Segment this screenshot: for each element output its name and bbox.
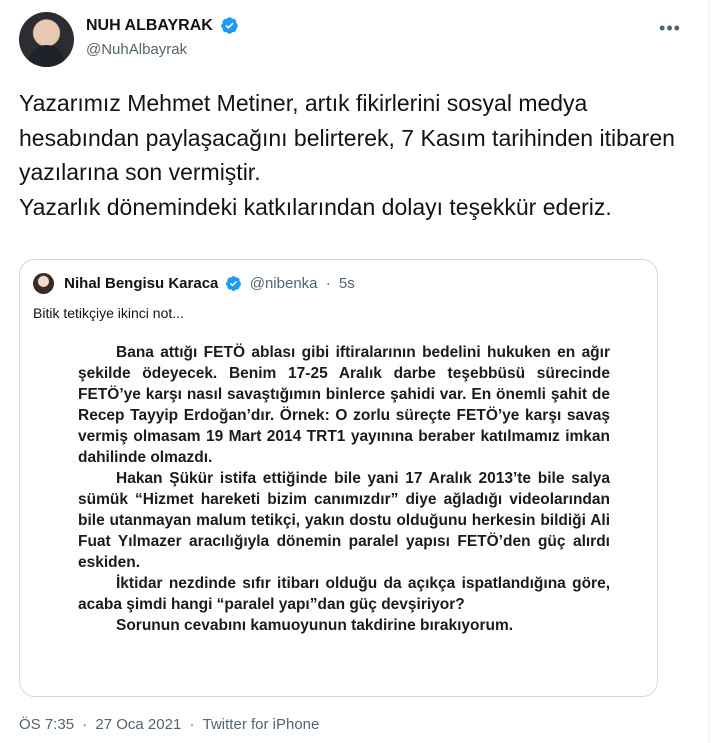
more-options-icon[interactable]: ••• (653, 18, 687, 40)
quoted-tweet[interactable]: Nihal Bengisu Karaca @nibenka · 5s Bitik… (19, 259, 658, 697)
tweet-meta: ÖS 7:35 · 27 Oca 2021 · Twitter for iPho… (19, 716, 319, 733)
quoted-author-name: Nihal Bengisu Karaca (64, 275, 219, 292)
verified-badge-icon (225, 276, 241, 291)
separator-dot: · (325, 275, 331, 292)
timeline-border (709, 0, 710, 743)
separator-dot: · (189, 716, 195, 733)
quoted-author-avatar (33, 273, 54, 294)
document-text: Bana attığı FETÖ ablası gibi iftiraların… (78, 342, 610, 636)
tweet-header: NUH ALBAYRAK @NuhAlbayrak ••• (19, 12, 699, 70)
author-block[interactable]: NUH ALBAYRAK @NuhAlbayrak (86, 16, 239, 58)
document-paragraph: Bana attığı FETÖ ablası gibi iftiraların… (78, 344, 610, 466)
tweet-text-line: Yazarımız Mehmet Metiner, artık fikirler… (19, 90, 675, 185)
quoted-tweet-header: Nihal Bengisu Karaca @nibenka · 5s (33, 273, 355, 295)
quoted-tweet-image[interactable]: Bana attığı FETÖ ablası gibi iftiraların… (20, 328, 657, 696)
separator-dot: · (82, 716, 88, 733)
author-name[interactable]: NUH ALBAYRAK (86, 17, 213, 35)
quoted-tweet-text: Bitik tetikçiye ikinci not... (33, 305, 184, 321)
verified-badge-icon (221, 17, 239, 34)
quoted-tweet-time: 5s (338, 275, 355, 292)
tweet-time-link[interactable]: ÖS 7:35 (19, 716, 74, 733)
document-paragraph: İktidar nezdinde sıfır itibarı olduğu da… (78, 575, 610, 613)
document-paragraph: Hakan Şükür istifa ettiğinde bile yani 1… (78, 470, 610, 571)
author-avatar[interactable] (19, 12, 74, 67)
tweet-date-link[interactable]: 27 Oca 2021 (95, 716, 181, 733)
quoted-author-handle: @nibenka (249, 275, 318, 292)
tweet-text-line: Yazarlık dönemindeki katkılarından dolay… (19, 193, 612, 220)
tweet-text: Yazarımız Mehmet Metiner, artık fikirler… (19, 86, 689, 224)
document-paragraph: Sorunun cevabını kamuoyunun takdirine bı… (116, 617, 514, 634)
author-handle[interactable]: @NuhAlbayrak (86, 41, 239, 58)
tweet-source-link[interactable]: Twitter for iPhone (203, 716, 320, 733)
